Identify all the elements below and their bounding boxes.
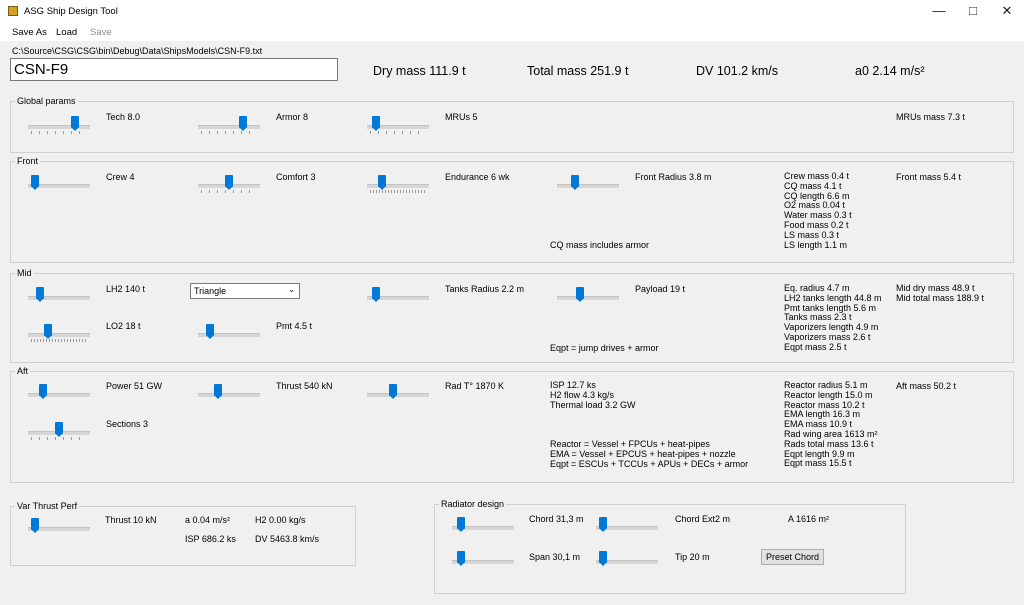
var-h2-flow: H2 0.00 kg/s xyxy=(255,515,306,525)
span-label: Span 30,1 m xyxy=(529,552,581,562)
tanks-radius-label: Tanks Radius 2.2 m xyxy=(445,284,525,294)
mid-total-mass: Mid total mass 188.9 t xyxy=(896,292,985,303)
thrust-label: Thrust 540 kN xyxy=(276,381,333,391)
payload-label: Payload 19 t xyxy=(635,284,686,294)
total-mass: Total mass 251.9 t xyxy=(527,64,629,78)
armor-slider[interactable] xyxy=(198,112,260,134)
menu-bar: Save As Load Save xyxy=(0,23,1024,41)
var-thrust-slider[interactable] xyxy=(28,514,90,536)
var-isp: ISP 686.2 ks xyxy=(185,534,236,544)
var-accel: a 0.04 m/s² xyxy=(185,515,231,525)
pmt-slider[interactable] xyxy=(198,320,260,342)
power-label: Power 51 GW xyxy=(106,381,163,391)
front-mass: Front mass 5.4 t xyxy=(896,172,962,182)
tech-label: Tech 8.0 xyxy=(106,112,141,122)
chevron-down-icon: ⌄ xyxy=(288,285,295,294)
tanks-radius-slider[interactable] xyxy=(367,283,429,305)
sections-label: Sections 3 xyxy=(106,419,149,429)
power-slider[interactable] xyxy=(28,380,90,402)
radiator-area: A 1616 m² xyxy=(788,514,830,524)
rad-temp-label: Rad T° 1870 K xyxy=(445,381,504,391)
aft-perf: ISP 12.7 ks H2 flow 4.3 kg/s Thermal loa… xyxy=(550,380,636,410)
mid-details: Eq. radius 4.7 m LH2 tanks length 44.8 m… xyxy=(784,283,882,353)
tank-shape-select[interactable]: Triangle ⌄ xyxy=(190,283,300,299)
mid-masses: Mid dry mass 48.9 t Mid total mass 188.9… xyxy=(896,283,985,304)
group-title: Radiator design xyxy=(439,499,507,509)
tech-slider[interactable] xyxy=(28,112,90,134)
tip-slider[interactable] xyxy=(596,547,658,569)
aft-note-line: Eqpt = ESCUs + TCCUs + APUs + DECs + arm… xyxy=(550,458,749,469)
menu-save-as[interactable]: Save As xyxy=(12,27,47,38)
pmt-label: Pmt 4.5 t xyxy=(276,321,313,331)
menu-load[interactable]: Load xyxy=(56,27,77,38)
rad-temp-slider[interactable] xyxy=(367,380,429,402)
app-icon xyxy=(8,6,18,16)
group-title: Var Thrust Perf xyxy=(15,501,80,511)
payload-slider[interactable] xyxy=(557,283,619,305)
front-masses: Crew mass 0.4 t CQ mass 4.1 t CQ length … xyxy=(784,171,852,250)
lo2-slider[interactable] xyxy=(28,320,90,342)
minimize-icon[interactable]: — xyxy=(922,0,956,23)
chord-slider[interactable] xyxy=(452,513,514,535)
chord-label: Chord 31,3 m xyxy=(529,514,584,524)
tank-shape-value: Triangle xyxy=(194,286,227,296)
acceleration: a0 2.14 m/s² xyxy=(855,64,925,78)
preset-chord-button[interactable]: Preset Chord xyxy=(761,549,824,565)
chord-ext-slider[interactable] xyxy=(596,513,658,535)
lh2-label: LH2 140 t xyxy=(106,284,146,294)
aft-detail-line: Eqpt mass 15.5 t xyxy=(784,458,852,469)
front-radius-label: Front Radius 3.8 m xyxy=(635,172,712,182)
var-dv: DV 5463.8 km/s xyxy=(255,534,320,544)
window-title: ASG Ship Design Tool xyxy=(24,6,118,17)
front-radius-slider[interactable] xyxy=(557,171,619,193)
mrus-label: MRUs 5 xyxy=(445,112,478,122)
eqpt-note: Eqpt = jump drives + armor xyxy=(550,343,659,353)
armor-label: Armor 8 xyxy=(276,112,309,122)
global-params-group: Global params xyxy=(10,96,1014,153)
lo2-label: LO2 18 t xyxy=(106,321,141,331)
dry-mass: Dry mass 111.9 t xyxy=(373,64,466,78)
group-title: Aft xyxy=(15,366,31,376)
maximize-icon[interactable]: □ xyxy=(956,0,990,23)
thrust-slider[interactable] xyxy=(198,380,260,402)
span-slider[interactable] xyxy=(452,547,514,569)
cq-note: CQ mass includes armor xyxy=(550,240,650,250)
comfort-slider[interactable] xyxy=(198,171,260,193)
aft-mass: Aft mass 50.2 t xyxy=(896,381,957,391)
delta-v: DV 101.2 km/s xyxy=(696,64,778,78)
mrus-slider[interactable] xyxy=(367,112,429,134)
group-title: Front xyxy=(15,156,41,166)
crew-label: Crew 4 xyxy=(106,172,135,182)
file-path: C:\Source\CSG\CSG\bin\Debug\Data\ShipsMo… xyxy=(12,46,263,56)
endurance-slider[interactable] xyxy=(367,171,429,193)
mrus-mass: MRUs mass 7.3 t xyxy=(896,112,966,122)
crew-slider[interactable] xyxy=(28,171,90,193)
ship-name-input[interactable] xyxy=(10,58,338,81)
tip-label: Tip 20 m xyxy=(675,552,710,562)
aft-details: Reactor radius 5.1 m Reactor length 15.0… xyxy=(784,380,878,469)
close-icon[interactable]: ✕ xyxy=(990,0,1024,23)
aft-perf-line: Thermal load 3.2 GW xyxy=(550,399,636,410)
group-title: Mid xyxy=(15,268,34,278)
group-title: Global params xyxy=(15,96,78,106)
mid-detail-line: Eqpt mass 2.5 t xyxy=(784,341,847,352)
endurance-label: Endurance 6 wk xyxy=(445,172,510,182)
chord-ext-label: Chord Ext2 m xyxy=(675,514,731,524)
title-bar: ASG Ship Design Tool — □ ✕ xyxy=(0,0,1024,23)
aft-notes: Reactor = Vessel + FPCUs + heat-pipes EM… xyxy=(550,439,749,469)
menu-save[interactable]: Save xyxy=(90,27,112,38)
comfort-label: Comfort 3 xyxy=(276,172,316,182)
front-group: Front xyxy=(10,156,1014,263)
var-thrust-label: Thrust 10 kN xyxy=(105,515,157,525)
lh2-slider[interactable] xyxy=(28,283,90,305)
sections-slider[interactable] xyxy=(28,418,90,440)
front-mass-line: LS length 1.1 m xyxy=(784,239,848,250)
